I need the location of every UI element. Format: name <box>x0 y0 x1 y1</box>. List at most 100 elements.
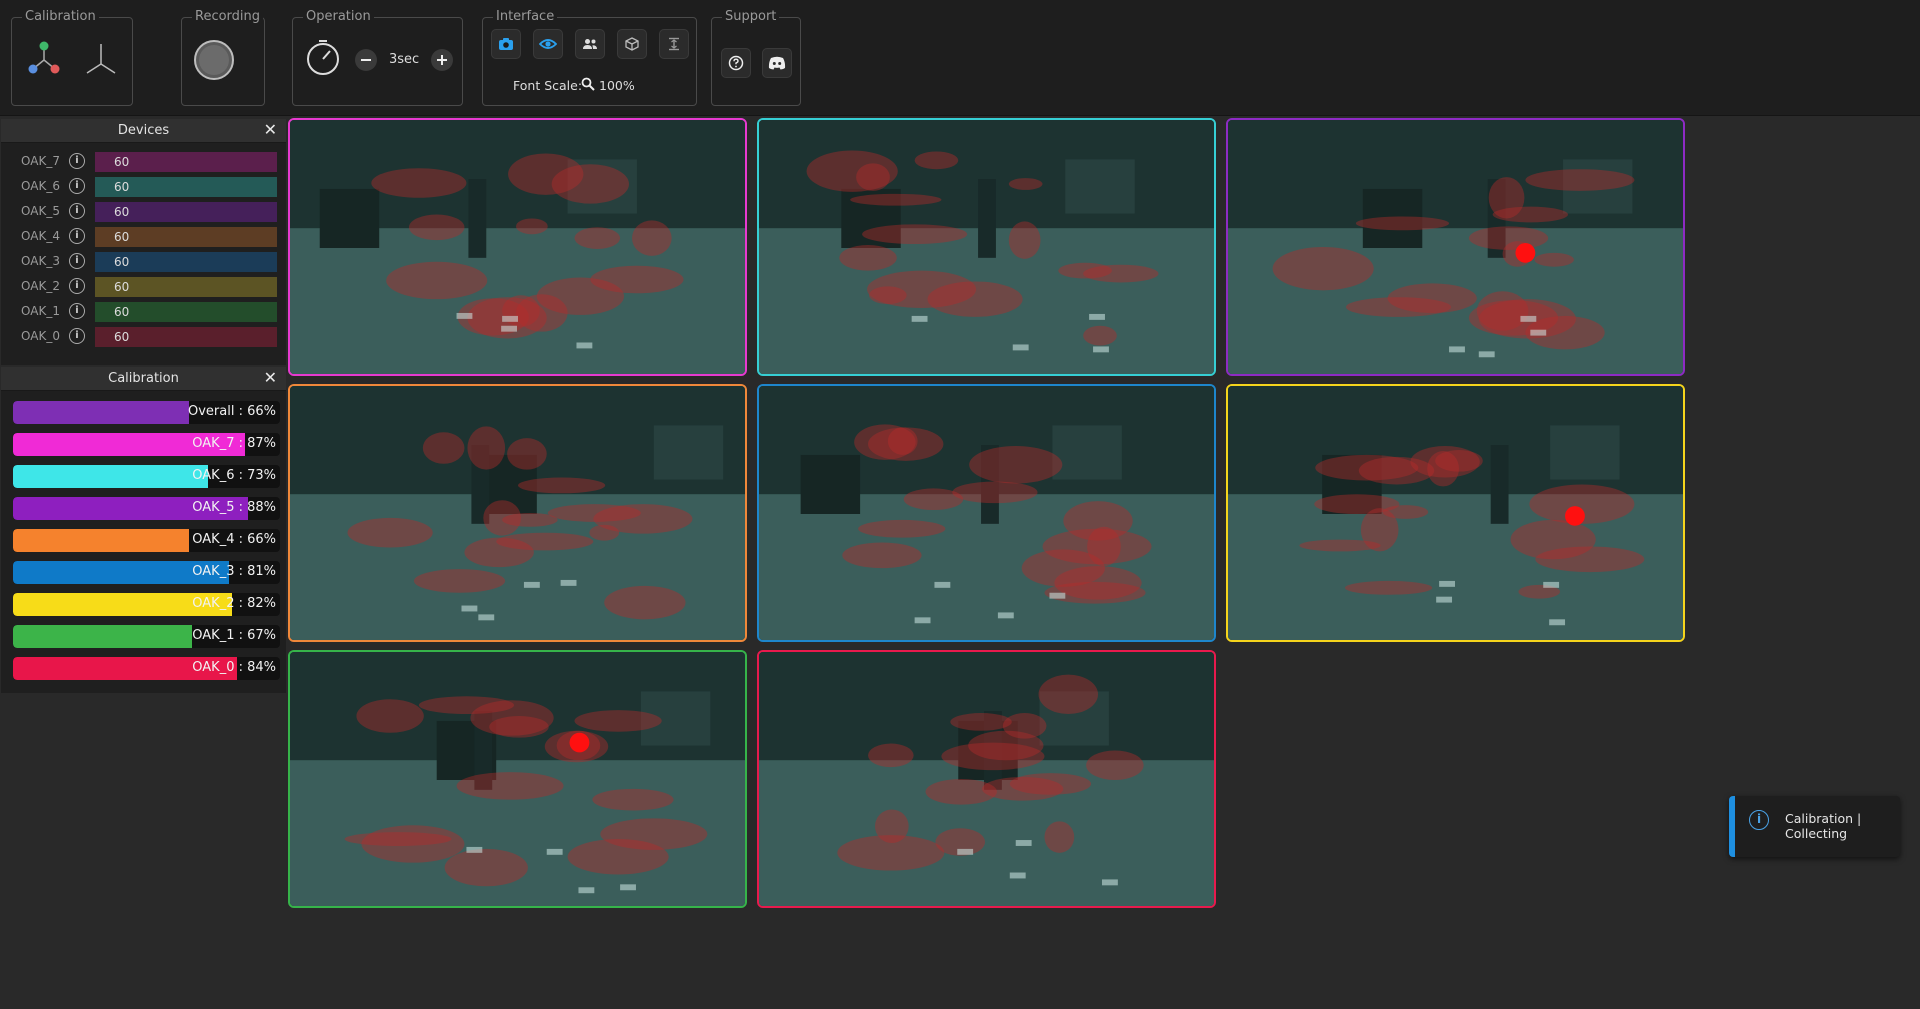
eye-button[interactable] <box>533 29 563 59</box>
decrease-button[interactable] <box>355 49 377 71</box>
calibration-progress-label: Overall : 66% <box>188 404 276 419</box>
split-button[interactable] <box>659 29 689 59</box>
device-row: OAK_6 i 60 <box>1 175 286 200</box>
device-row: OAK_3 i 60 <box>1 250 286 275</box>
calibration-progress-fill <box>13 625 192 648</box>
camera-feed[interactable] <box>757 118 1216 376</box>
calibration-progress-fill <box>13 529 189 552</box>
calibration-progress-label: OAK_0 : 84% <box>192 660 276 675</box>
device-row: OAK_0 i 60 <box>1 325 286 350</box>
support-group-label: Support <box>722 9 780 25</box>
people-button[interactable] <box>575 29 605 59</box>
device-bar: 60 <box>95 277 277 297</box>
info-icon[interactable]: i <box>69 278 85 294</box>
calibration-progress-row: OAK_1 : 67% <box>13 625 280 648</box>
camera-feed[interactable] <box>1226 118 1685 376</box>
device-name: OAK_1 <box>21 304 60 318</box>
calibration-panel-title: Calibration <box>108 371 179 386</box>
calibration-progress-row: OAK_0 : 84% <box>13 657 280 680</box>
info-icon[interactable]: i <box>69 303 85 319</box>
device-row: OAK_5 i 60 <box>1 200 286 225</box>
devices-panel-header: Devices ✕ <box>1 119 286 143</box>
device-bar: 60 <box>95 202 277 222</box>
device-bar: 60 <box>95 327 277 347</box>
device-name: OAK_7 <box>21 154 60 168</box>
device-value: 60 <box>114 180 130 194</box>
minus-icon <box>361 59 371 61</box>
camera-icon <box>499 38 513 50</box>
info-icon[interactable]: i <box>69 153 85 169</box>
toolbar: Calibration Recording Operation 3sec Int… <box>0 0 1920 116</box>
close-icon[interactable]: ✕ <box>264 121 277 139</box>
plus-icon <box>431 49 453 71</box>
device-value: 60 <box>114 280 130 294</box>
device-value: 60 <box>114 230 130 244</box>
device-row: OAK_7 i 60 <box>1 150 286 175</box>
info-icon[interactable]: i <box>69 253 85 269</box>
recording-group: Recording <box>181 9 265 106</box>
timer-icon[interactable] <box>305 38 341 76</box>
device-row: OAK_4 i 60 <box>1 225 286 250</box>
camera-feed[interactable] <box>288 118 747 376</box>
calibration-progress-row: OAK_5 : 88% <box>13 497 280 520</box>
calibration-progress-label: OAK_3 : 81% <box>192 564 276 579</box>
calibration-progress-fill <box>13 401 189 424</box>
calibration-progress-label: OAK_4 : 66% <box>192 532 276 547</box>
search-icon[interactable] <box>581 76 595 95</box>
status-toast: i Calibration | Collecting <box>1729 796 1900 857</box>
calibration-progress-label: OAK_2 : 82% <box>192 596 276 611</box>
record-icon <box>199 45 229 75</box>
eye-icon <box>539 39 557 49</box>
camera-button[interactable] <box>491 29 521 59</box>
device-bar: 60 <box>95 252 277 272</box>
recording-group-label: Recording <box>192 9 264 25</box>
info-icon[interactable]: i <box>69 203 85 219</box>
increase-button[interactable] <box>431 49 453 71</box>
camera-feed[interactable] <box>757 650 1216 908</box>
calibration-panel-header: Calibration ✕ <box>1 367 286 391</box>
device-name: OAK_5 <box>21 204 60 218</box>
device-bar: 60 <box>95 227 277 247</box>
device-value: 60 <box>114 255 130 269</box>
device-value: 60 <box>114 305 130 319</box>
operation-group: Operation 3sec <box>292 9 463 106</box>
font-scale-value: 100% <box>599 78 635 93</box>
info-icon[interactable]: i <box>69 178 85 194</box>
camera-feed[interactable] <box>288 384 747 642</box>
discord-button[interactable] <box>762 48 792 78</box>
operation-value: 3sec <box>389 52 420 67</box>
calibration-progress-row: OAK_3 : 81% <box>13 561 280 584</box>
toast-message: Calibration | Collecting <box>1785 811 1862 841</box>
help-button[interactable] <box>721 48 751 78</box>
camera-feed[interactable] <box>757 384 1216 642</box>
device-name: OAK_6 <box>21 179 60 193</box>
discord-icon <box>768 56 786 70</box>
info-icon: i <box>1749 810 1769 830</box>
calibration-progress-row: OAK_4 : 66% <box>13 529 280 552</box>
info-icon[interactable]: i <box>69 228 85 244</box>
axes-color-icon[interactable] <box>24 38 64 78</box>
device-name: OAK_2 <box>21 279 60 293</box>
close-icon[interactable]: ✕ <box>264 369 277 387</box>
help-icon <box>728 55 744 71</box>
device-value: 60 <box>114 330 130 344</box>
axes-icon[interactable] <box>84 40 118 78</box>
device-name: OAK_0 <box>21 329 60 343</box>
camera-feed[interactable] <box>288 650 747 908</box>
support-group: Support <box>711 9 801 106</box>
operation-group-label: Operation <box>303 9 374 25</box>
toast-accent <box>1729 796 1735 857</box>
cube-button[interactable] <box>617 29 647 59</box>
devices-panel-title: Devices <box>117 123 170 138</box>
calibration-group-label: Calibration <box>22 9 99 25</box>
calibration-progress-row: OAK_7 : 87% <box>13 433 280 456</box>
interface-group-label: Interface <box>493 9 558 25</box>
device-name: OAK_4 <box>21 229 60 243</box>
info-icon[interactable]: i <box>69 328 85 344</box>
calibration-progress-label: OAK_1 : 67% <box>192 628 276 643</box>
camera-feed[interactable] <box>1226 384 1685 642</box>
devices-panel: Devices ✕ OAK_7 i 60 OAK_6 i 60 OAK_5 i 60 OAK_4 i… <box>1 119 286 365</box>
device-row: OAK_2 i 60 <box>1 275 286 300</box>
record-button[interactable] <box>194 40 234 80</box>
calibration-progress-label: OAK_7 : 87% <box>192 436 276 451</box>
